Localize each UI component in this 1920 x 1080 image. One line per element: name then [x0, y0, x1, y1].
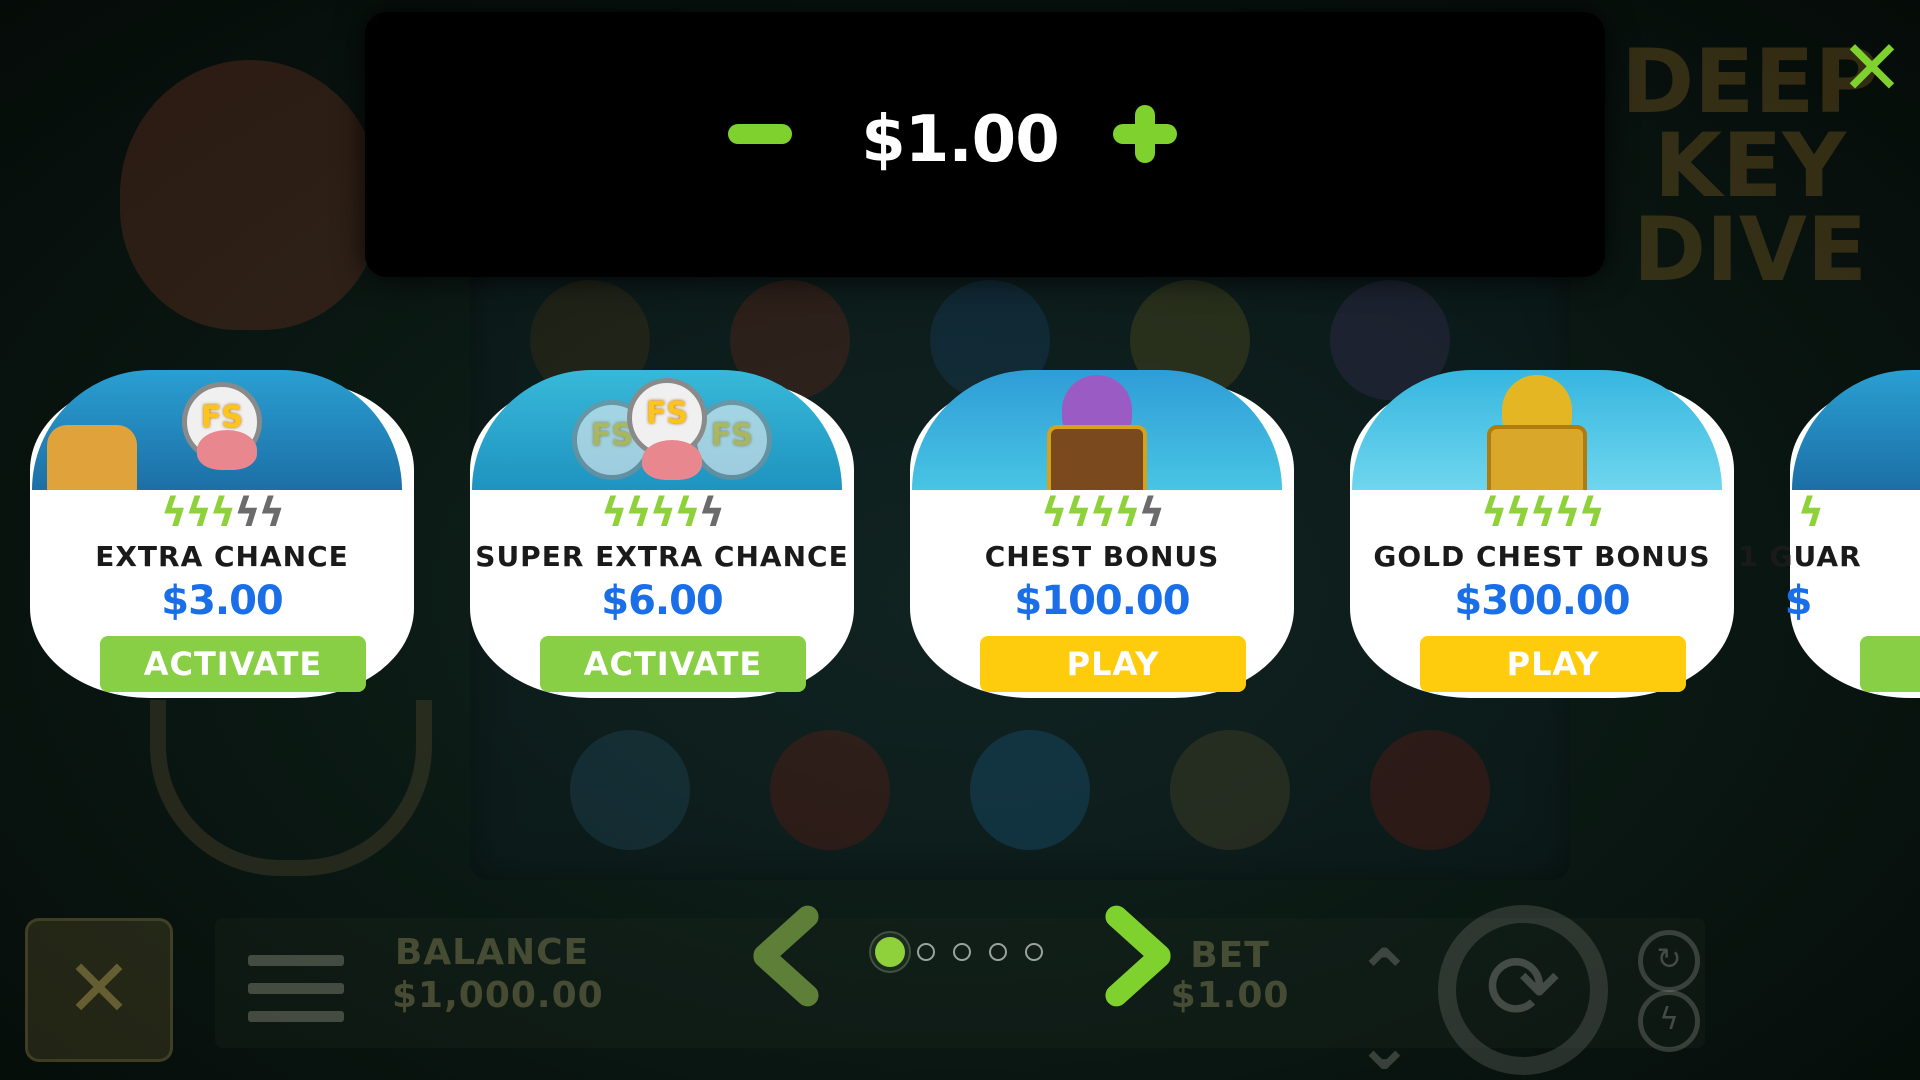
autoplay-icon[interactable]: ↻ — [1638, 930, 1700, 992]
power-rating: ϟ — [1600, 490, 1920, 536]
lightning-bolt-icon: ϟ — [601, 490, 627, 536]
reel-symbol — [570, 730, 690, 850]
card-art — [1352, 370, 1722, 490]
lightning-bolt-icon: ϟ — [161, 490, 187, 536]
carousel-dot[interactable] — [989, 943, 1007, 961]
close-icon[interactable]: ✕ — [1840, 30, 1904, 106]
chest-icon — [1047, 425, 1147, 490]
card-price: $6.00 — [601, 578, 724, 624]
lightning-bolt-icon: ϟ — [234, 490, 260, 536]
lightning-bolt-icon: ϟ — [649, 490, 676, 536]
lightning-bolt-icon: ϟ — [698, 490, 725, 536]
carousel-dot[interactable] — [1025, 943, 1043, 961]
lightning-bolt-icon: ϟ — [1505, 490, 1531, 536]
spin-button[interactable]: ⟳ — [1438, 905, 1608, 1075]
lightning-bolt-icon: ϟ — [258, 490, 285, 536]
card-art: FS FS FS — [472, 370, 842, 490]
lightning-bolt-icon: ϟ — [1089, 490, 1116, 536]
card-title: SUPER EXTRA CHANCE — [475, 540, 849, 573]
feature-card-gold-chest-bonus: ϟϟϟϟϟ GOLD CHEST BONUS $300.00 PLAY — [1332, 360, 1752, 715]
lightning-bolt-icon: ϟ — [1529, 490, 1556, 536]
lightning-bolt-icon: ϟ — [1065, 490, 1091, 536]
power-rating: ϟϟϟϟϟ — [892, 490, 1312, 536]
shell-decoration — [120, 60, 380, 330]
gold-chest-icon — [1487, 425, 1587, 490]
lightning-bolt-icon: ϟ — [185, 490, 211, 536]
feature-card-extra-chance: FS ϟϟϟϟϟ EXTRA CHANCE $3.00 ACTIVATE — [12, 360, 432, 715]
bet-value-bottom: $1.00 — [1170, 975, 1290, 1016]
minus-icon[interactable] — [728, 124, 792, 144]
power-rating: ϟϟϟϟϟ — [452, 490, 872, 536]
carousel-dot[interactable] — [871, 933, 909, 971]
lightning-bolt-icon: ϟ — [625, 490, 651, 536]
card-art: FS — [32, 370, 402, 490]
bet-amount: $1.00 — [861, 103, 1059, 177]
feature-buy-button[interactable]: ✕ — [25, 918, 173, 1062]
turbo-icon[interactable]: ϟ — [1638, 990, 1700, 1052]
feature-card-super-extra-chance: FS FS FS ϟϟϟϟϟ SUPER EXTRA CHANCE $6.00 … — [452, 360, 872, 715]
chevron-left-icon[interactable] — [746, 901, 826, 1011]
octopus-icon — [197, 430, 257, 470]
activate-button[interactable]: AC — [1860, 636, 1920, 692]
feature-card-partial: ϟ 1 GUAR $ AC — [1738, 360, 1920, 715]
lightning-bolt-icon: ϟ — [1481, 490, 1507, 536]
reel-symbol — [970, 730, 1090, 850]
game-screen: { "bet_panel": { "value": "$1.00" }, "ba… — [0, 0, 1920, 1080]
balance-value: $1,000.00 — [392, 975, 604, 1016]
card-title: CHEST BONUS — [984, 540, 1220, 573]
anchor-decoration — [150, 700, 432, 876]
bet-label: BET — [1190, 935, 1270, 976]
bet-adjust-icon[interactable]: ⌃ ⌄ — [1355, 940, 1414, 1080]
power-rating: ϟϟϟϟϟ — [12, 490, 432, 536]
lightning-bolt-icon: ϟ — [1138, 490, 1165, 536]
lightning-bolt-icon: ϟ — [1041, 490, 1067, 536]
reel-symbol — [1370, 730, 1490, 850]
balance-label: BALANCE — [394, 932, 590, 973]
activate-button[interactable]: ACTIVATE — [100, 636, 366, 692]
chevron-right-icon[interactable] — [1098, 901, 1178, 1011]
lightning-bolt-icon: ϟ — [209, 490, 236, 536]
lightning-bolt-icon: ϟ — [1554, 490, 1580, 536]
reel-symbol — [770, 730, 890, 850]
card-title: EXTRA CHANCE — [95, 540, 349, 573]
play-button[interactable]: PLAY — [980, 636, 1246, 692]
carousel-dot[interactable] — [953, 943, 971, 961]
card-art — [1792, 370, 1920, 490]
card-price: $ — [1784, 578, 1813, 624]
carousel-dot[interactable] — [917, 943, 935, 961]
reel-symbol — [1170, 730, 1290, 850]
octopus-icon — [642, 440, 702, 480]
play-button[interactable]: PLAY — [1420, 636, 1686, 692]
lightning-bolt-icon: ϟ — [674, 490, 700, 536]
activate-button[interactable]: ACTIVATE — [540, 636, 806, 692]
card-price: $3.00 — [161, 578, 284, 624]
menu-icon[interactable] — [248, 955, 344, 1025]
plus-icon[interactable] — [1113, 105, 1177, 163]
lightning-bolt-icon: ϟ — [1114, 490, 1140, 536]
lightning-bolt-icon: ϟ — [1797, 490, 1824, 536]
card-title: 1 GUAR — [1738, 540, 1862, 573]
card-art — [912, 370, 1282, 490]
feature-card-chest-bonus: ϟϟϟϟϟ CHEST BONUS $100.00 PLAY — [892, 360, 1312, 715]
card-price: $100.00 — [1014, 578, 1190, 624]
